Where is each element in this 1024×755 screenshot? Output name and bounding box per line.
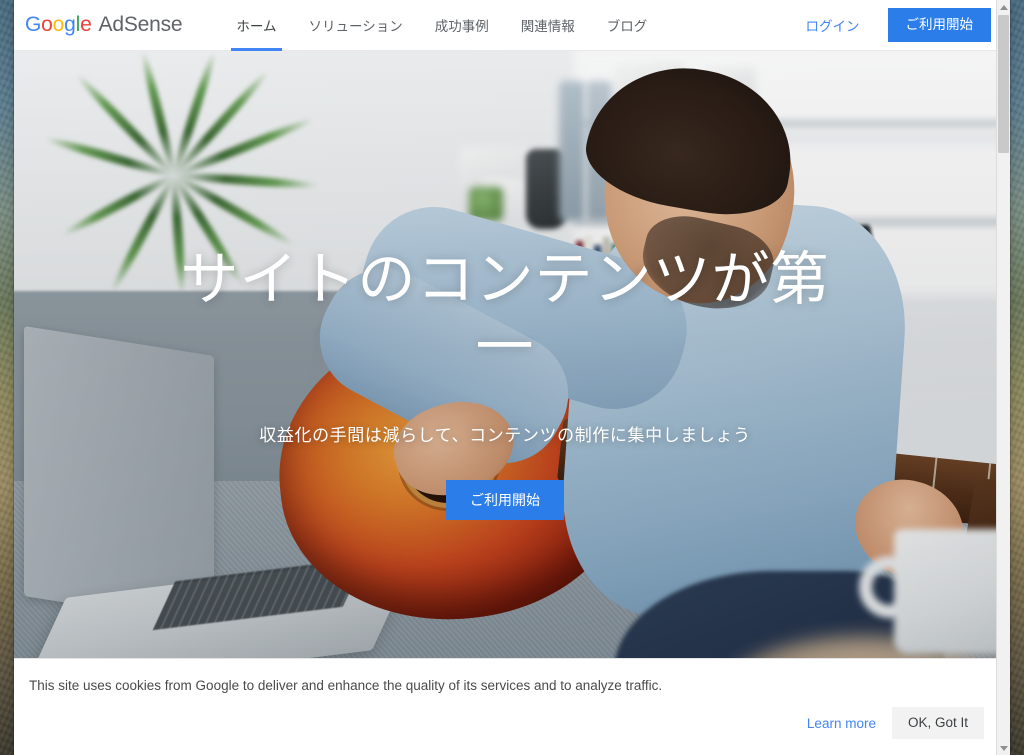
cookie-accept-button[interactable]: OK, Got It xyxy=(891,707,984,739)
hero-section: サイトのコンテンツが第一 収益化の手間は減らして、コンテンツの制作に集中しましょ… xyxy=(14,51,996,755)
scrollbar-thumb[interactable] xyxy=(998,15,1009,153)
primary-nav: ホーム ソリューション 成功事例 関連情報 ブログ xyxy=(220,0,663,51)
cookie-consent-banner: This site uses cookies from Google to de… xyxy=(14,658,996,755)
chevron-down-icon xyxy=(999,745,1008,751)
nav-item-blog[interactable]: ブログ xyxy=(591,0,664,51)
logo-letter-g-1: G xyxy=(25,13,42,36)
hero-subtitle: 収益化の手間は減らして、コンテンツの制作に集中しましょう xyxy=(259,425,751,445)
nav-item-solutions[interactable]: ソリューション xyxy=(293,0,419,51)
cookie-consent-actions: Learn more OK, Got It xyxy=(807,707,984,739)
header-actions: ログイン ご利用開始 xyxy=(806,0,1011,51)
header-get-started-button[interactable]: ご利用開始 xyxy=(887,8,991,42)
login-link[interactable]: ログイン xyxy=(806,15,860,35)
hero-content: サイトのコンテンツが第一 収益化の手間は減らして、コンテンツの制作に集中しましょ… xyxy=(14,51,996,520)
browser-viewport: Google AdSense ホーム ソリューション 成功事例 関連情報 ブログ… xyxy=(14,0,1010,755)
nav-item-case-studies[interactable]: 成功事例 xyxy=(419,0,505,51)
cookie-consent-text: This site uses cookies from Google to de… xyxy=(29,678,663,693)
chevron-up-icon xyxy=(999,4,1008,10)
learn-more-link[interactable]: Learn more xyxy=(807,716,876,731)
logo-letter-o-1: o xyxy=(41,13,53,36)
product-name: AdSense xyxy=(98,13,183,36)
hero-get-started-button[interactable]: ご利用開始 xyxy=(446,479,564,520)
site-header: Google AdSense ホーム ソリューション 成功事例 関連情報 ブログ… xyxy=(14,0,1010,51)
adsense-logo[interactable]: Google AdSense xyxy=(25,13,183,37)
scroll-down-button[interactable] xyxy=(997,741,1010,755)
nav-item-home[interactable]: ホーム xyxy=(220,0,292,51)
logo-letter-e: e xyxy=(80,13,92,36)
nav-item-resources[interactable]: 関連情報 xyxy=(505,0,591,51)
logo-letter-o-2: o xyxy=(52,13,65,36)
scroll-up-button[interactable] xyxy=(997,0,1010,14)
google-wordmark: Google xyxy=(25,13,92,37)
page-scrollbar[interactable] xyxy=(996,0,1010,755)
logo-letter-g-2: g xyxy=(64,13,76,36)
hero-title: サイトのコンテンツが第一 xyxy=(180,247,830,381)
